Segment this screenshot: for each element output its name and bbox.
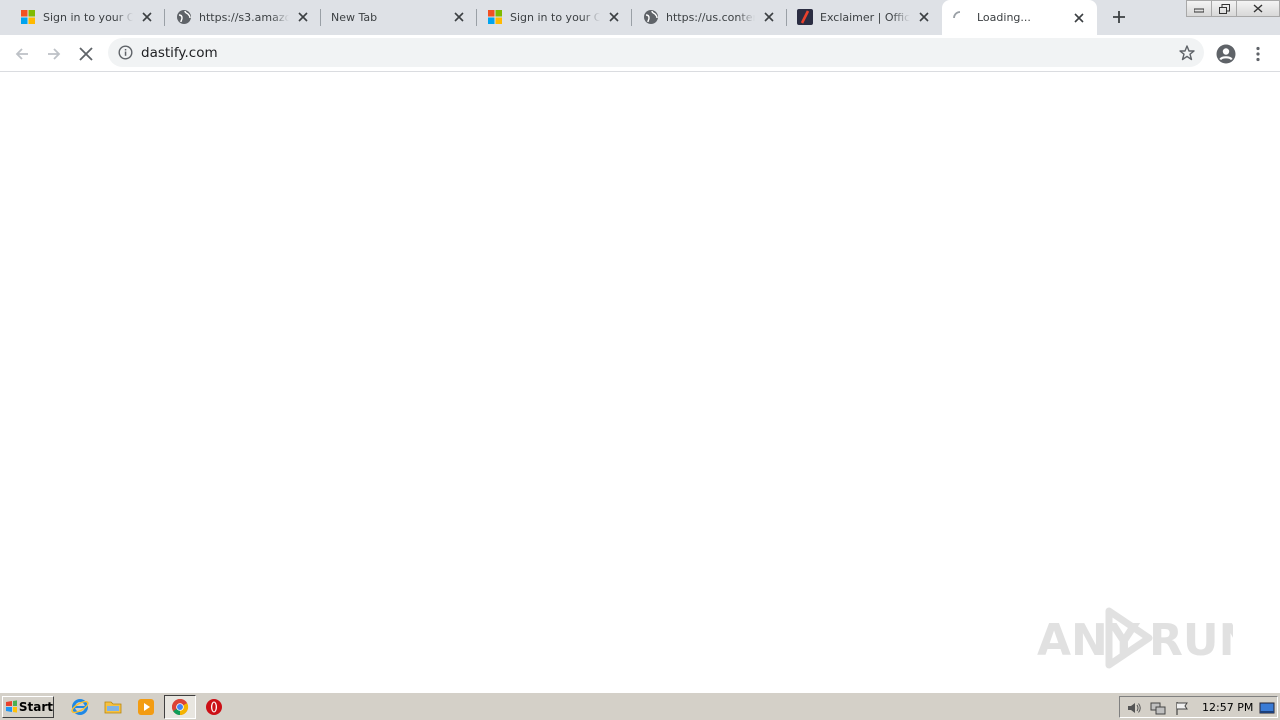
url-text[interactable]: dastify.com — [141, 45, 218, 61]
close-icon — [79, 47, 93, 61]
profile-button[interactable] — [1213, 41, 1239, 67]
microsoft-logo-icon — [487, 9, 503, 25]
window-controls — [1186, 0, 1280, 18]
minimize-icon — [1194, 8, 1204, 12]
restore-icon — [1218, 3, 1230, 14]
close-icon — [1253, 4, 1263, 13]
tab-s3-amazonaws[interactable]: https://s3.amazonaws.com — [165, 0, 321, 34]
more-vert-icon — [1256, 46, 1260, 62]
arrow-right-icon — [48, 48, 61, 60]
globe-icon — [643, 9, 659, 25]
system-tray: 12:57 PM — [1119, 696, 1278, 718]
opera-icon[interactable] — [205, 698, 223, 716]
anyrun-watermark: ANY RUN — [1037, 605, 1233, 671]
show-desktop-icon[interactable] — [1259, 700, 1275, 716]
minimize-button[interactable] — [1186, 0, 1212, 17]
globe-icon — [176, 9, 192, 25]
clock[interactable]: 12:57 PM — [1202, 701, 1253, 714]
tab-strip: Sign in to your Office 365 account https… — [0, 0, 1280, 35]
network-icon[interactable] — [1150, 700, 1166, 716]
arrow-left-icon — [15, 48, 28, 60]
microsoft-logo-icon — [20, 9, 36, 25]
tab-signin-office-2[interactable]: Sign in to your Office 365 account — [477, 0, 632, 34]
anyrun-logo: ANY RUN — [1037, 607, 1233, 669]
tab-title: https://us.contentstack.com — [666, 10, 755, 24]
action-center-flag-icon[interactable] — [1174, 700, 1190, 716]
close-tab-icon[interactable] — [916, 9, 932, 25]
tab-new-tab[interactable]: New Tab — [321, 0, 477, 34]
internet-explorer-icon[interactable] — [71, 698, 89, 716]
close-tab-icon[interactable] — [1071, 10, 1087, 26]
windows-logo-icon — [6, 700, 17, 713]
chrome-icon[interactable] — [164, 695, 196, 719]
folder-icon[interactable] — [104, 698, 122, 716]
plus-icon — [1113, 11, 1125, 23]
exclaimer-icon — [797, 9, 813, 25]
tab-loading-active[interactable]: Loading... — [942, 0, 1097, 35]
close-tab-icon[interactable] — [295, 9, 311, 25]
tab-title: Sign in to your Office 365 account — [43, 10, 133, 24]
menu-button[interactable] — [1245, 41, 1271, 67]
close-tab-icon[interactable] — [451, 9, 467, 25]
forward-button[interactable] — [41, 41, 67, 67]
tab-title: Sign in to your Office 365 account — [510, 10, 600, 24]
bookmark-star-icon[interactable] — [1178, 44, 1196, 62]
address-bar[interactable]: dastify.com — [108, 38, 1204, 67]
tab-signin-office-1[interactable]: Sign in to your Office 365 account — [0, 0, 165, 34]
tab-title: New Tab — [331, 10, 378, 24]
tab-us-contentstack[interactable]: https://us.contentstack.com — [632, 0, 787, 34]
media-player-icon[interactable] — [137, 698, 155, 716]
tab-title: Loading... — [977, 11, 1031, 24]
tab-exclaimer[interactable]: Exclaimer | Office 365 — [787, 0, 942, 34]
page-content — [0, 72, 1280, 692]
close-window-button[interactable] — [1236, 0, 1280, 17]
close-tab-icon[interactable] — [606, 9, 622, 25]
start-label: Start — [18, 700, 53, 714]
back-button[interactable] — [9, 41, 35, 67]
svg-text:RUN: RUN — [1149, 615, 1233, 666]
account-circle-icon — [1216, 44, 1236, 64]
tab-title: https://s3.amazonaws.com — [199, 10, 289, 24]
stop-loading-button[interactable] — [73, 41, 99, 67]
browser-toolbar: dastify.com — [0, 35, 1280, 72]
start-button[interactable]: Start — [2, 696, 54, 718]
info-icon[interactable] — [118, 45, 133, 60]
close-tab-icon[interactable] — [139, 9, 155, 25]
close-tab-icon[interactable] — [761, 9, 777, 25]
new-tab-button[interactable] — [1109, 7, 1129, 27]
volume-icon[interactable] — [1126, 700, 1142, 716]
loading-spinner-icon — [952, 10, 968, 26]
restore-button[interactable] — [1211, 0, 1237, 17]
taskbar: Start 12:57 PM — [0, 692, 1280, 720]
tab-title: Exclaimer | Office 365 — [820, 10, 910, 24]
